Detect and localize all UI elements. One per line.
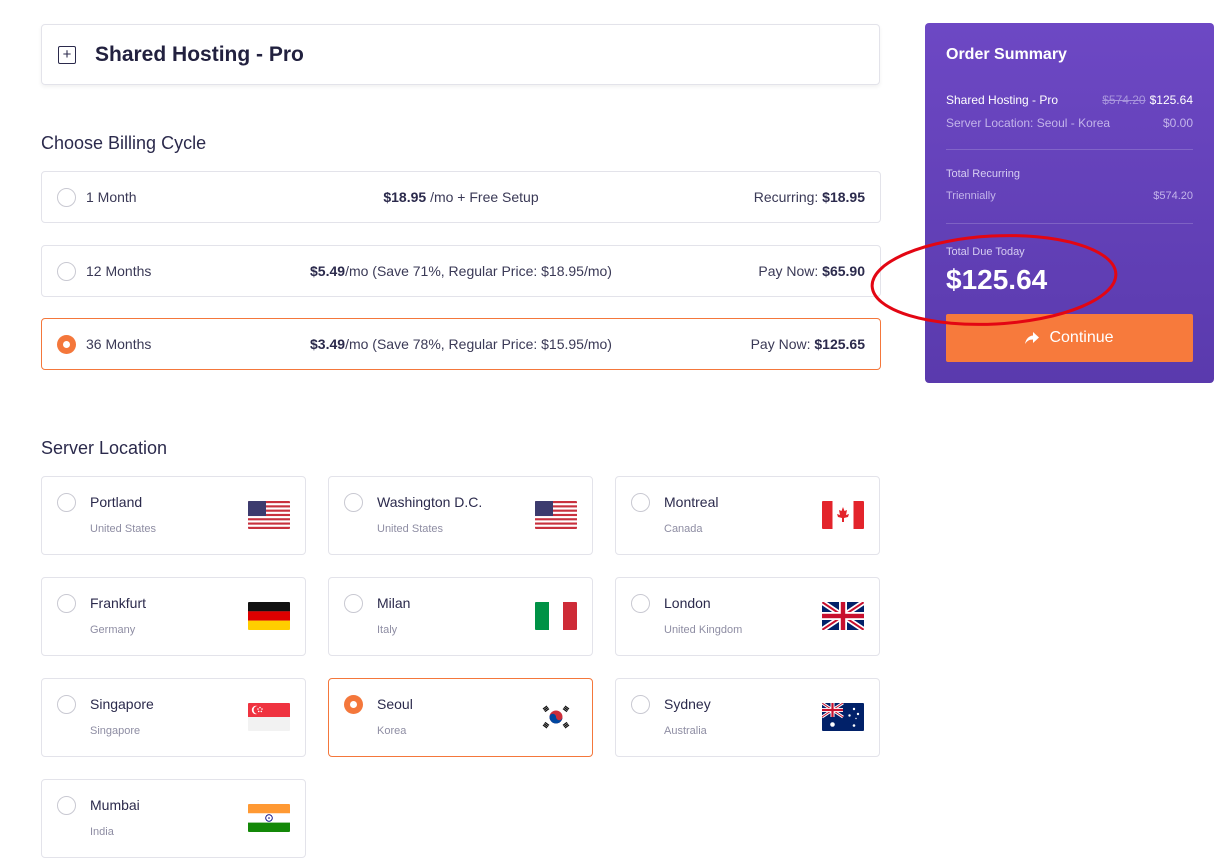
location-radio[interactable] [344, 493, 363, 512]
location-city: Portland [90, 494, 143, 510]
location-radio[interactable] [631, 695, 650, 714]
korea-flag-icon [535, 703, 577, 731]
location-city: Singapore [90, 696, 154, 712]
billing-term: 36 Months [86, 336, 152, 352]
canada-flag-icon [822, 501, 864, 529]
summary-location-row: Server Location: Seoul - Korea $0.00 [946, 116, 1193, 130]
billing-option-1-month[interactable]: 1 Month $18.95 /mo + Free Setup Recurrin… [41, 171, 881, 223]
location-radio[interactable] [631, 594, 650, 613]
location-card-singapore[interactable]: Singapore Singapore [41, 678, 306, 757]
summary-divider [946, 223, 1193, 224]
location-country: United States [90, 523, 157, 535]
location-country: Germany [90, 624, 136, 636]
billing-term: 12 Months [86, 263, 152, 279]
location-city: Washington D.C. [377, 494, 483, 510]
total-due-amount: $125.64 [946, 264, 1048, 295]
billing-option-36-months[interactable]: 36 Months $3.49/mo (Save 78%, Regular Pr… [41, 318, 881, 370]
summary-location-price: $0.00 [1162, 116, 1193, 130]
summary-product-price: $125.64 [1149, 93, 1193, 107]
summary-recurring-price: $574.20 [1153, 190, 1193, 202]
uk-flag-icon [822, 602, 864, 630]
location-radio[interactable] [57, 796, 76, 815]
billing-cycle-heading: Choose Billing Cycle [41, 133, 207, 153]
location-card-montreal[interactable]: Montreal Canada [615, 476, 880, 555]
summary-divider [946, 149, 1193, 150]
location-country: Canada [664, 523, 703, 535]
location-city: Milan [377, 595, 411, 611]
germany-flag-icon [248, 602, 290, 630]
location-card-portland[interactable]: Portland United States [41, 476, 306, 555]
summary-recurring-row: Triennially $574.20 [946, 190, 1193, 202]
billing-option-12-months[interactable]: 12 Months $5.49/mo (Save 71%, Regular Pr… [41, 245, 881, 297]
total-due-label: Total Due Today [946, 246, 1025, 258]
summary-location-label: Server Location: Seoul - Korea [946, 116, 1111, 130]
location-city: Montreal [664, 494, 719, 510]
product-title: Shared Hosting - Pro [95, 42, 304, 66]
billing-total: Pay Now: $65.90 [758, 263, 865, 279]
location-city: Seoul [377, 696, 413, 712]
billing-total: Recurring: $18.95 [753, 189, 865, 205]
us-flag-icon [248, 501, 290, 529]
location-card-milan[interactable]: Milan Italy [328, 577, 593, 656]
product-header[interactable]: + Shared Hosting - Pro [41, 24, 880, 85]
continue-label: Continue [1049, 329, 1114, 346]
location-radio[interactable] [631, 493, 650, 512]
summary-recurring-cycle: Triennially [946, 190, 996, 202]
italy-flag-icon [535, 602, 577, 630]
australia-flag-icon [822, 703, 864, 731]
location-country: India [90, 826, 114, 838]
location-radio[interactable] [57, 695, 76, 714]
billing-total: Pay Now: $125.65 [750, 336, 865, 352]
server-location-heading: Server Location [41, 438, 168, 458]
singapore-flag-icon [248, 703, 290, 731]
location-radio-checked[interactable] [344, 695, 363, 714]
share-arrow-icon [1025, 332, 1040, 344]
location-city: Sydney [664, 696, 711, 712]
billing-term: 1 Month [86, 189, 137, 205]
continue-button[interactable]: Continue [946, 314, 1193, 362]
location-country: Australia [664, 725, 707, 737]
order-summary-panel: Order Summary Shared Hosting - Pro $574.… [925, 23, 1214, 383]
us-flag-icon [535, 501, 577, 529]
location-country: Italy [377, 624, 398, 636]
location-country: United Kingdom [664, 624, 743, 636]
location-card-seoul[interactable]: Seoul Korea [328, 678, 593, 757]
location-country: United States [377, 523, 444, 535]
billing-radio[interactable] [57, 261, 76, 281]
order-summary-title: Order Summary [946, 46, 1067, 63]
summary-product-row: Shared Hosting - Pro $574.20 $125.64 [946, 93, 1193, 107]
summary-old-price: $574.20 [1102, 93, 1146, 107]
billing-radio-checked[interactable] [57, 334, 76, 354]
location-country: Korea [377, 725, 407, 737]
plus-square-icon[interactable]: + [58, 45, 76, 64]
location-city: Mumbai [90, 797, 140, 813]
summary-recurring-label-row: Total Recurring [946, 168, 1193, 180]
billing-radio[interactable] [57, 187, 76, 207]
summary-product-name: Shared Hosting - Pro [946, 93, 1059, 107]
india-flag-icon [248, 804, 290, 832]
location-city: London [664, 595, 711, 611]
location-radio[interactable] [57, 594, 76, 613]
location-radio[interactable] [57, 493, 76, 512]
location-card-mumbai[interactable]: Mumbai India [41, 779, 306, 858]
summary-recurring-label: Total Recurring [946, 168, 1020, 180]
location-city: Frankfurt [90, 595, 147, 611]
location-card-sydney[interactable]: Sydney Australia [615, 678, 880, 757]
location-radio[interactable] [344, 594, 363, 613]
location-card-london[interactable]: London United Kingdom [615, 577, 880, 656]
location-card-frankfurt[interactable]: Frankfurt Germany [41, 577, 306, 656]
location-card-washington[interactable]: Washington D.C. United States [328, 476, 593, 555]
location-country: Singapore [90, 725, 141, 737]
